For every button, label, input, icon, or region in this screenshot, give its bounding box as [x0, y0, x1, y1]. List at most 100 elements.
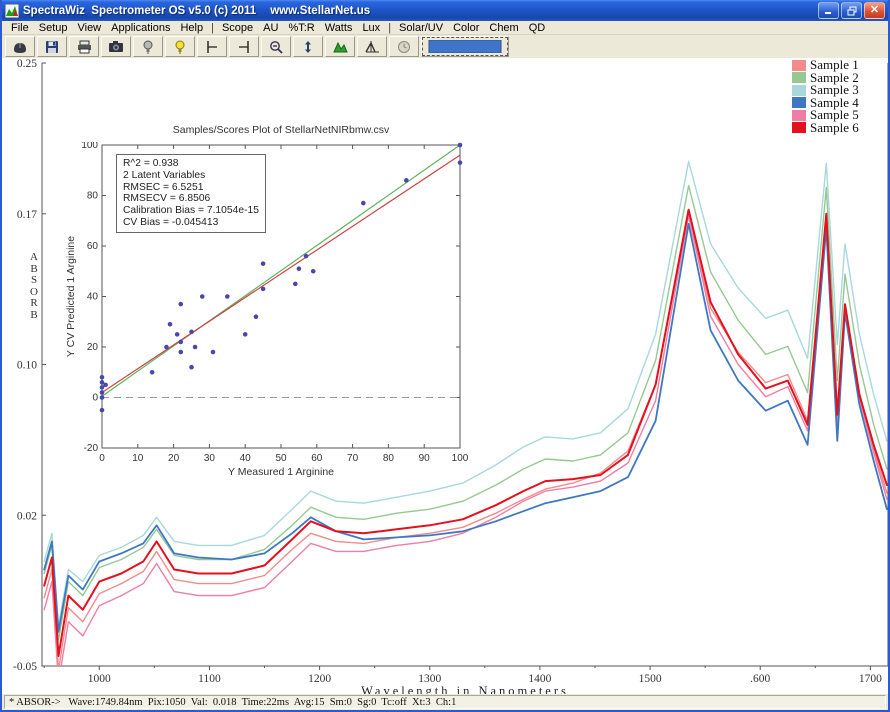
menu-help[interactable]: Help [175, 22, 208, 34]
svg-text:30: 30 [204, 453, 216, 464]
model-stats-box: R^2 = 0.938 2 Latent Variables RMSEC = 6… [116, 154, 266, 233]
camera-icon [108, 40, 124, 53]
clock-icon [397, 40, 411, 54]
svg-text:-0.05: -0.05 [13, 661, 37, 673]
legend-swatch [792, 60, 806, 71]
cursor-left-icon [205, 40, 219, 54]
peak-marker-button[interactable] [357, 36, 387, 57]
view-peaks-button[interactable] [325, 36, 355, 57]
menu-separator: | [208, 22, 217, 34]
stat-latent: 2 Latent Variables [123, 170, 259, 182]
lamp-on-button[interactable] [165, 36, 195, 57]
svg-text:60: 60 [311, 453, 323, 464]
legend-item: Sample 6 [792, 122, 859, 135]
menu-percent-tr[interactable]: %T:R [283, 22, 319, 34]
menu-view[interactable]: View [72, 22, 106, 34]
overlay-swatch-icon [428, 40, 502, 53]
restore-button[interactable] [841, 2, 862, 19]
lamp-on-icon [174, 40, 186, 54]
autoscale-y-button[interactable] [293, 36, 323, 57]
menu-file[interactable]: File [6, 22, 34, 34]
legend-swatch [792, 110, 806, 121]
spectrawiz-window: SpectraWiz Spectrometer OS v5.0 (c) 2011… [0, 0, 890, 712]
save-button[interactable] [37, 36, 67, 57]
title-bar: SpectraWiz Spectrometer OS v5.0 (c) 2011… [2, 0, 888, 21]
peaks-icon [333, 40, 348, 53]
cursor-right-button[interactable] [229, 36, 259, 57]
menu-bar: File Setup View Applications Help | Scop… [2, 21, 888, 35]
close-icon: ✕ [870, 5, 879, 16]
stat-cal-bias: Calibration Bias = 7.1054e-15 [123, 205, 259, 217]
menu-setup[interactable]: Setup [34, 22, 73, 34]
lamp-off-button[interactable] [133, 36, 163, 57]
stat-rmsec: RMSEC = 6.5251 [123, 182, 259, 194]
svg-text:10: 10 [132, 453, 144, 464]
episodic-overlay-button[interactable] [421, 36, 509, 57]
svg-text:0.17: 0.17 [17, 209, 37, 221]
svg-text:0: 0 [92, 393, 98, 404]
chart-area: 0.250.170.100.02-0.051000110012001300140… [2, 58, 890, 694]
svg-text:1500: 1500 [639, 673, 662, 685]
menu-lux[interactable]: Lux [357, 22, 385, 34]
svg-text:Y Measured 1 Arginine: Y Measured 1 Arginine [228, 466, 334, 478]
save-icon [45, 40, 59, 54]
svg-text:.600: .600 [750, 673, 770, 685]
print-button[interactable] [69, 36, 99, 57]
minimize-button[interactable] [818, 2, 839, 19]
stat-cv-bias: CV Bias = -0.045413 [123, 217, 259, 229]
svg-text:50: 50 [275, 453, 287, 464]
printer-icon [77, 40, 92, 54]
time-series-button[interactable] [389, 36, 419, 57]
svg-text:Wavelength in Nanometers: Wavelength in Nanometers [361, 684, 569, 694]
status-bar: * ABSOR-> Wave:1749.84nm Pix:1050 Val: 0… [2, 694, 888, 712]
menu-qd[interactable]: QD [524, 22, 551, 34]
svg-text:0.02: 0.02 [17, 510, 37, 522]
svg-text:40: 40 [240, 453, 252, 464]
zoom-out-icon [269, 40, 283, 54]
stat-rmsecv: RMSECV = 6.8506 [123, 193, 259, 205]
legend-swatch [792, 72, 806, 83]
scores-plot-title: Samples/Scores Plot of StellarNetNIRbmw.… [100, 124, 462, 136]
window-title-url: www.StellarNet.us [270, 5, 370, 17]
legend-swatch [792, 122, 806, 133]
autoscale-icon [302, 40, 314, 54]
menu-solar-uv[interactable]: Solar/UV [394, 22, 448, 34]
lamp-off-icon [142, 40, 154, 54]
legend-label: Sample 6 [810, 120, 859, 136]
svg-text:1100: 1100 [198, 673, 221, 685]
menu-separator: | [385, 22, 394, 34]
svg-text:20: 20 [168, 453, 180, 464]
svg-text:100: 100 [452, 453, 469, 464]
menu-applications[interactable]: Applications [106, 22, 175, 34]
close-button[interactable]: ✕ [864, 2, 885, 19]
svg-text:90: 90 [419, 453, 431, 464]
svg-text:Y CV Predicted 1 Arginine: Y CV Predicted 1 Arginine [65, 236, 77, 357]
status-readout: * ABSOR-> Wave:1749.84nm Pix:1050 Val: 0… [4, 695, 886, 709]
svg-text:80: 80 [383, 453, 395, 464]
legend: Sample 1 Sample 2 Sample 3 Sample 4 Samp… [792, 59, 859, 134]
peak-marker-icon [365, 40, 380, 53]
app-logo-icon [5, 4, 19, 18]
legend-swatch [792, 85, 806, 96]
svg-text:1700: 1700 [859, 673, 882, 685]
legend-swatch [792, 97, 806, 108]
cursor-right-icon [237, 40, 251, 54]
svg-text:80: 80 [87, 191, 99, 202]
menu-color[interactable]: Color [448, 22, 484, 34]
svg-text:0.10: 0.10 [17, 360, 37, 372]
svg-text:1000: 1000 [88, 673, 111, 685]
zoom-out-button[interactable] [261, 36, 291, 57]
menu-watts[interactable]: Watts [320, 22, 358, 34]
spectrometer-icon [12, 40, 28, 54]
svg-text:1200: 1200 [308, 673, 331, 685]
snapshot-button[interactable] [101, 36, 131, 57]
svg-text:0.25: 0.25 [17, 58, 37, 70]
menu-scope[interactable]: Scope [217, 22, 258, 34]
acquire-spectrum-button[interactable] [5, 36, 35, 57]
svg-text:-20: -20 [84, 443, 99, 454]
menu-au[interactable]: AU [258, 22, 283, 34]
cursor-left-button[interactable] [197, 36, 227, 57]
svg-text:60: 60 [87, 241, 99, 252]
svg-text:100: 100 [81, 142, 98, 151]
menu-chem[interactable]: Chem [484, 22, 523, 34]
